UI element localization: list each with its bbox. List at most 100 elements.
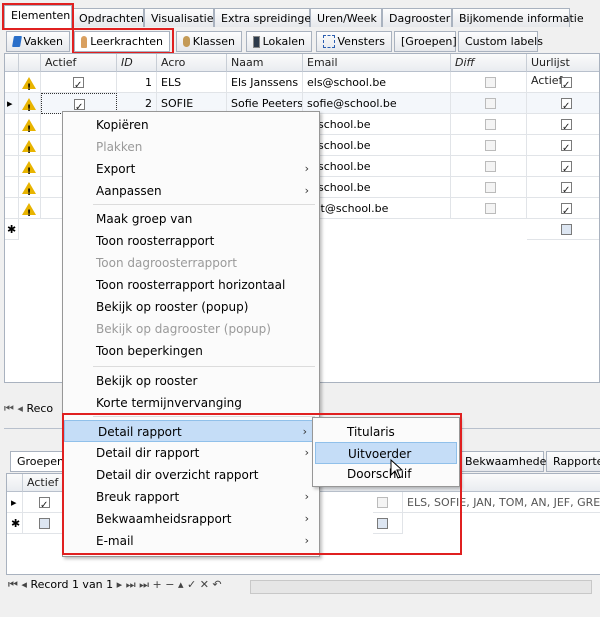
subtab-klassen[interactable]: Klassen bbox=[176, 31, 242, 52]
diff-checkbox[interactable] bbox=[485, 77, 496, 88]
menu-item-bekijk-op-dagrooster-popup[interactable]: Bekijk op dagrooster (popup) bbox=[63, 318, 319, 340]
uurlijst-actief-checkbox[interactable] bbox=[561, 138, 572, 155]
diff-cell[interactable] bbox=[451, 114, 527, 135]
first-record-button[interactable]: ⏮ bbox=[8, 578, 18, 591]
tab-extra-spreidingen[interactable]: Extra spreidingen bbox=[214, 8, 318, 27]
next-record-button[interactable]: ▸ bbox=[117, 578, 123, 591]
cancel-edit-button[interactable]: ✕ bbox=[200, 578, 209, 591]
subtab-vakken[interactable]: Vakken bbox=[6, 31, 70, 52]
column-header-uurlijst-actief[interactable]: Uurlijst Actief bbox=[527, 54, 599, 87]
menu-item-bekijk-op-rooster-popup[interactable]: Bekijk op rooster (popup) bbox=[63, 296, 319, 318]
menu-item-uitvoerder[interactable]: Uitvoerder bbox=[315, 442, 457, 464]
subtab-lokalen[interactable]: Lokalen bbox=[246, 31, 312, 52]
menu-item-aanpassen[interactable]: Aanpassen › bbox=[63, 180, 319, 202]
subtab-groepen[interactable]: [Groepen] bbox=[394, 31, 457, 52]
naam-cell[interactable]: Els Janssens bbox=[227, 72, 303, 93]
menu-item-breuk-rapport[interactable]: Breuk rapport › bbox=[63, 486, 319, 508]
uurlijst-actief-checkbox[interactable] bbox=[561, 117, 572, 134]
menu-item-detail-dir-rapport[interactable]: Detail dir rapport › bbox=[63, 442, 319, 464]
prev-record-button[interactable]: ◂ bbox=[21, 578, 27, 591]
diff-cell[interactable] bbox=[451, 156, 527, 177]
column-header-diff[interactable]: Diff bbox=[451, 54, 527, 72]
diff-cell[interactable] bbox=[451, 198, 527, 219]
email-cell[interactable]: eet@school.be bbox=[303, 198, 451, 219]
column-header-actief[interactable]: Actief bbox=[23, 474, 67, 492]
menu-item-detail-dir-overzicht-rapport[interactable]: Detail dir overzicht rapport bbox=[63, 464, 319, 486]
menu-item-doorschuif[interactable]: Doorschuif bbox=[313, 463, 459, 485]
diff-cell[interactable] bbox=[451, 177, 527, 198]
menu-item-toon-roosterrapport[interactable]: Toon roosterrapport bbox=[63, 230, 319, 252]
tab-opdrachten[interactable]: Opdrachten bbox=[72, 8, 144, 27]
email-cell[interactable]: sofie@school.be bbox=[303, 93, 451, 114]
last-page-button[interactable]: ⏭ bbox=[139, 578, 149, 591]
delete-record-button[interactable]: − bbox=[165, 578, 174, 591]
actief-checkbox[interactable] bbox=[39, 495, 50, 512]
column-header-naam[interactable]: Naam bbox=[227, 54, 303, 72]
diff-checkbox[interactable] bbox=[485, 98, 496, 109]
tab-bekwaamheden[interactable]: Bekwaamheden bbox=[458, 451, 553, 472]
new-row-checkbox[interactable] bbox=[39, 518, 50, 529]
acro-cell[interactable]: ELS bbox=[157, 72, 227, 93]
diff-checkbox[interactable] bbox=[485, 140, 496, 151]
uurlijst-actief-checkbox[interactable] bbox=[561, 201, 572, 218]
new-row-checkbox[interactable] bbox=[561, 224, 572, 235]
checkbox-cell[interactable] bbox=[373, 492, 403, 513]
column-header-id[interactable]: ID bbox=[117, 54, 157, 72]
menu-item-toon-beperkingen[interactable]: Toon beperkingen bbox=[63, 340, 319, 362]
tab-visualisatie[interactable]: Visualisatie bbox=[144, 8, 214, 27]
menu-item-bekwaamheidsrapport[interactable]: Bekwaamheidsrapport › bbox=[63, 508, 319, 530]
edit-record-button[interactable]: ▴ bbox=[178, 578, 184, 591]
diff-cell[interactable] bbox=[451, 135, 527, 156]
email-cell[interactable]: @school.be bbox=[303, 177, 451, 198]
diff-checkbox[interactable] bbox=[485, 203, 496, 214]
uurlijst-actief-checkbox[interactable] bbox=[561, 96, 572, 113]
menu-item-kopieren[interactable]: Kopiëren bbox=[63, 114, 319, 136]
column-header-email[interactable]: Email bbox=[303, 54, 451, 72]
menu-item-toon-roosterrapport-horizontaal[interactable]: Toon roosterrapport horizontaal bbox=[63, 274, 319, 296]
actief-cell[interactable] bbox=[23, 492, 67, 513]
uurlijst-actief-cell[interactable] bbox=[527, 114, 599, 135]
uurlijst-actief-cell[interactable] bbox=[527, 156, 599, 177]
actief-checkbox[interactable] bbox=[73, 75, 84, 92]
uurlijst-actief-cell[interactable] bbox=[527, 219, 599, 240]
first-record-button[interactable]: ⏮ bbox=[4, 402, 14, 415]
email-cell[interactable]: @school.be bbox=[303, 135, 451, 156]
uurlijst-actief-cell[interactable] bbox=[527, 198, 599, 219]
diff-checkbox[interactable] bbox=[485, 161, 496, 172]
horizontal-scrollbar[interactable] bbox=[250, 580, 592, 594]
actief-cell[interactable] bbox=[41, 72, 117, 93]
checkbox[interactable] bbox=[377, 497, 388, 508]
subtab-vensters[interactable]: Vensters bbox=[316, 31, 392, 52]
menu-item-plakken[interactable]: Plakken bbox=[63, 136, 319, 158]
uurlijst-actief-checkbox[interactable] bbox=[561, 180, 572, 197]
diff-cell[interactable] bbox=[451, 72, 527, 93]
email-cell[interactable]: @school.be bbox=[303, 156, 451, 177]
tab-groepen[interactable]: Groepen bbox=[10, 451, 64, 472]
uurlijst-actief-checkbox[interactable] bbox=[561, 159, 572, 176]
menu-item-korte-termijnvervanging[interactable]: Korte termijnvervanging bbox=[63, 392, 319, 414]
add-record-button[interactable]: + bbox=[153, 578, 162, 591]
menu-item-titularis[interactable]: Titularis bbox=[313, 421, 459, 443]
menu-item-e-mail[interactable]: E-mail › bbox=[63, 530, 319, 552]
actief-checkbox[interactable] bbox=[74, 97, 85, 113]
refresh-button[interactable]: ↶ bbox=[212, 578, 221, 591]
column-header-acro[interactable]: Acro bbox=[157, 54, 227, 72]
subtab-leerkrachten[interactable]: Leerkrachten bbox=[74, 31, 170, 52]
tab-dagrooster[interactable]: Dagrooster bbox=[382, 8, 452, 27]
uurlijst-actief-cell[interactable] bbox=[527, 72, 599, 93]
uurlijst-actief-cell[interactable] bbox=[527, 93, 599, 114]
diff-checkbox[interactable] bbox=[485, 182, 496, 193]
menu-item-bekijk-op-rooster[interactable]: Bekijk op rooster bbox=[63, 370, 319, 392]
tab-rapporten[interactable]: Rapporten bbox=[546, 451, 600, 472]
subtab-custom-labels[interactable]: Custom labels bbox=[458, 31, 543, 52]
save-record-button[interactable]: ✓ bbox=[187, 578, 196, 591]
tab-uren-week[interactable]: Uren/Week bbox=[310, 8, 382, 27]
menu-item-export[interactable]: Export › bbox=[63, 158, 319, 180]
uurlijst-actief-cell[interactable] bbox=[527, 135, 599, 156]
diff-cell[interactable] bbox=[451, 93, 527, 114]
email-cell[interactable]: @school.be bbox=[303, 114, 451, 135]
menu-item-toon-dagroosterrapport[interactable]: Toon dagroosterrapport bbox=[63, 252, 319, 274]
last-record-button[interactable]: ⏭ bbox=[126, 578, 136, 591]
new-row-checkbox[interactable] bbox=[377, 518, 388, 529]
tab-elementen[interactable]: Elementen bbox=[4, 5, 72, 28]
